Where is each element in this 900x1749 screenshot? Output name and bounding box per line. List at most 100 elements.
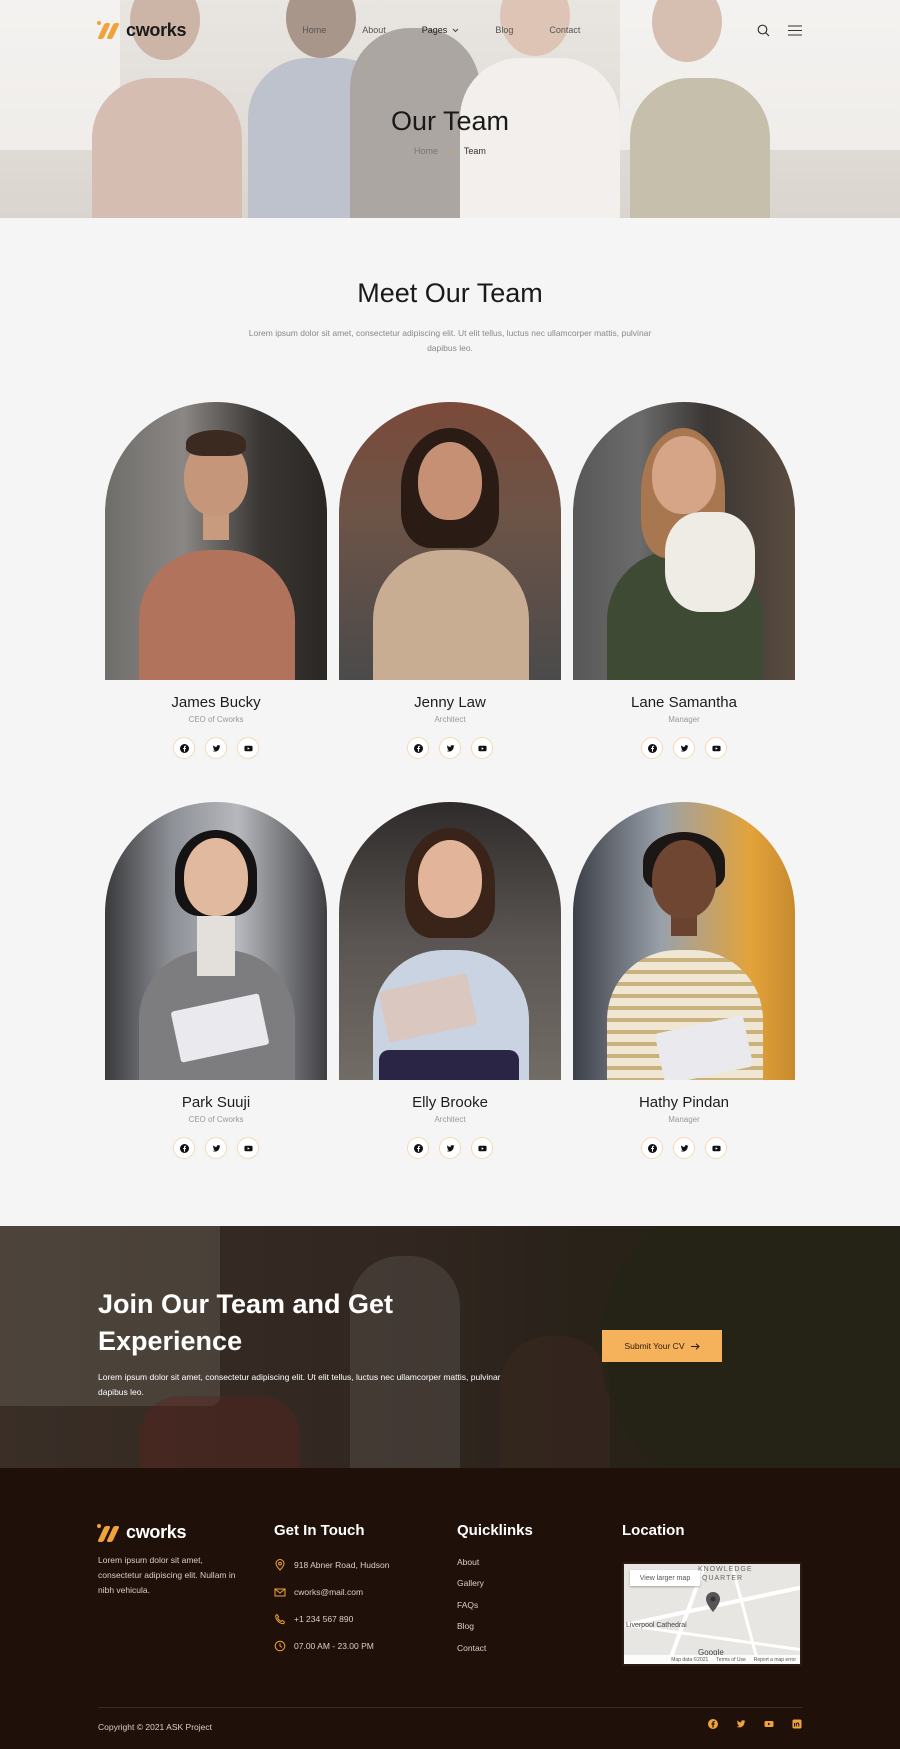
join-team-banner: Join Our Team and Get Experience Lorem i… [0,1226,900,1468]
contact-hours-text: 07.00 AM - 23.00 PM [294,1640,374,1651]
search-icon[interactable] [757,24,770,37]
team-card: Jenny Law Architect [339,402,561,759]
map-footer-report[interactable]: Report a map error [754,1657,796,1663]
quicklink-faqs[interactable]: FAQs [457,1594,533,1616]
quicklink-contact[interactable]: Contact [457,1637,533,1659]
member-name: James Bucky [171,694,261,711]
footer-about-text: Lorem ipsum dolor sit amet, consectetur … [98,1555,236,1595]
view-larger-map-button[interactable]: View larger map [630,1570,700,1586]
contact-address: 918 Abner Road, Hudson [274,1551,389,1578]
member-role: Manager [668,715,700,724]
cta-title: Join Our Team and Get Experience [98,1289,394,1356]
submit-cv-button[interactable]: Submit Your CV [602,1330,722,1362]
member-socials [105,737,327,759]
facebook-icon[interactable] [708,1719,718,1729]
contact-email[interactable]: cworks@mail.com [274,1578,389,1605]
arrow-right-icon: → [446,146,456,156]
member-socials [339,737,561,759]
member-socials [105,1137,327,1159]
clock-icon [274,1640,286,1651]
mail-icon [274,1588,286,1596]
twitter-icon[interactable] [205,1137,227,1159]
breadcrumb: Home → Team [0,146,900,156]
breadcrumb-home[interactable]: Home [414,146,438,156]
get-in-touch-title: Get In Touch [274,1522,365,1539]
nav-item-contact[interactable]: Contact [549,25,580,35]
team-member-photo [105,402,327,680]
linkedin-icon[interactable] [792,1719,802,1729]
page-title: Our Team [390,106,510,136]
youtube-icon[interactable] [471,737,493,759]
facebook-icon[interactable] [407,1137,429,1159]
nav-item-pages-label: Pages [421,25,448,35]
youtube-icon[interactable] [705,1137,727,1159]
location-title: Location [622,1522,685,1539]
site-logo[interactable]: cworks [97,20,187,41]
quicklink-blog[interactable]: Blog [457,1616,533,1638]
team-member-photo [573,402,795,680]
nav-item-home[interactable]: Home [302,25,326,35]
member-socials [339,1137,561,1159]
youtube-icon[interactable] [237,737,259,759]
team-section-subtitle: Lorem ipsum dolor sit amet, consectetur … [248,328,652,353]
twitter-icon[interactable] [736,1719,746,1729]
map-pin-icon [275,1558,285,1571]
member-role: Architect [434,1115,466,1124]
team-member-photo [339,402,561,680]
youtube-icon[interactable] [237,1137,259,1159]
contact-phone[interactable]: +1 234 567 890 [274,1605,389,1632]
twitter-icon[interactable] [673,1137,695,1159]
member-name: Jenny Law [414,694,486,711]
team-member-photo [339,802,561,1080]
member-name: Elly Brooke [412,1094,488,1111]
quicklinks-title: Quicklinks [457,1522,533,1539]
youtube-icon[interactable] [764,1719,774,1729]
map-label: KNOWLEDGE [698,1566,753,1573]
footer-logo[interactable]: cworks [97,1522,248,1543]
facebook-icon[interactable] [173,1137,195,1159]
nav-menu: Home About Pages Blog Contact [302,25,616,35]
footer-socials [708,1719,802,1729]
quicklink-gallery[interactable]: Gallery [457,1573,533,1595]
map-footer-data: Map data ©2021 [671,1656,709,1663]
arrow-right-icon [690,1342,700,1350]
map-label: Liverpool Cathedral [626,1622,687,1629]
twitter-icon[interactable] [439,1137,461,1159]
map-pin-icon [706,1592,720,1612]
facebook-icon[interactable] [407,737,429,759]
facebook-icon[interactable] [641,737,663,759]
contact-email-text: cworks@mail.com [294,1586,364,1597]
nav-item-about[interactable]: About [362,25,386,35]
footer-divider [98,1707,802,1708]
youtube-icon[interactable] [471,1137,493,1159]
contact-address-text: 918 Abner Road, Hudson [294,1559,390,1570]
chevron-down-icon [452,28,459,32]
main-navbar: cworks Home About Pages Blog Contact [97,18,802,42]
member-role: Architect [434,715,466,724]
map-footer: Map data ©2021 Terms of Use Report a map… [624,1655,800,1664]
twitter-icon[interactable] [439,737,461,759]
page-hero: cworks Home About Pages Blog Contact Our… [0,0,900,218]
facebook-icon[interactable] [641,1137,663,1159]
facebook-icon[interactable] [173,737,195,759]
member-name: Park Suuji [181,1094,251,1111]
map-footer-terms[interactable]: Terms of Use [716,1657,745,1663]
footer-logo-text: cworks [126,1522,187,1542]
nav-item-pages[interactable]: Pages [422,25,460,35]
logo-mark-icon [97,1523,122,1542]
team-card: Elly Brooke Architect [339,802,561,1159]
hamburger-icon[interactable] [788,24,802,36]
logo-mark-icon [97,21,122,39]
team-card: Park Suuji CEO of Cworks [105,802,327,1159]
twitter-icon[interactable] [205,737,227,759]
member-role: Manager [668,1115,700,1124]
youtube-icon[interactable] [705,737,727,759]
team-member-photo [573,802,795,1080]
member-socials [573,737,795,759]
twitter-icon[interactable] [673,737,695,759]
nav-item-blog[interactable]: Blog [495,25,513,35]
location-map[interactable]: View larger map KNOWLEDGE QUARTER Liverp… [622,1562,802,1666]
quicklink-about[interactable]: About [457,1551,533,1573]
team-card: James Bucky CEO of Cworks [105,402,327,759]
contact-hours: 07.00 AM - 23.00 PM [274,1632,389,1659]
